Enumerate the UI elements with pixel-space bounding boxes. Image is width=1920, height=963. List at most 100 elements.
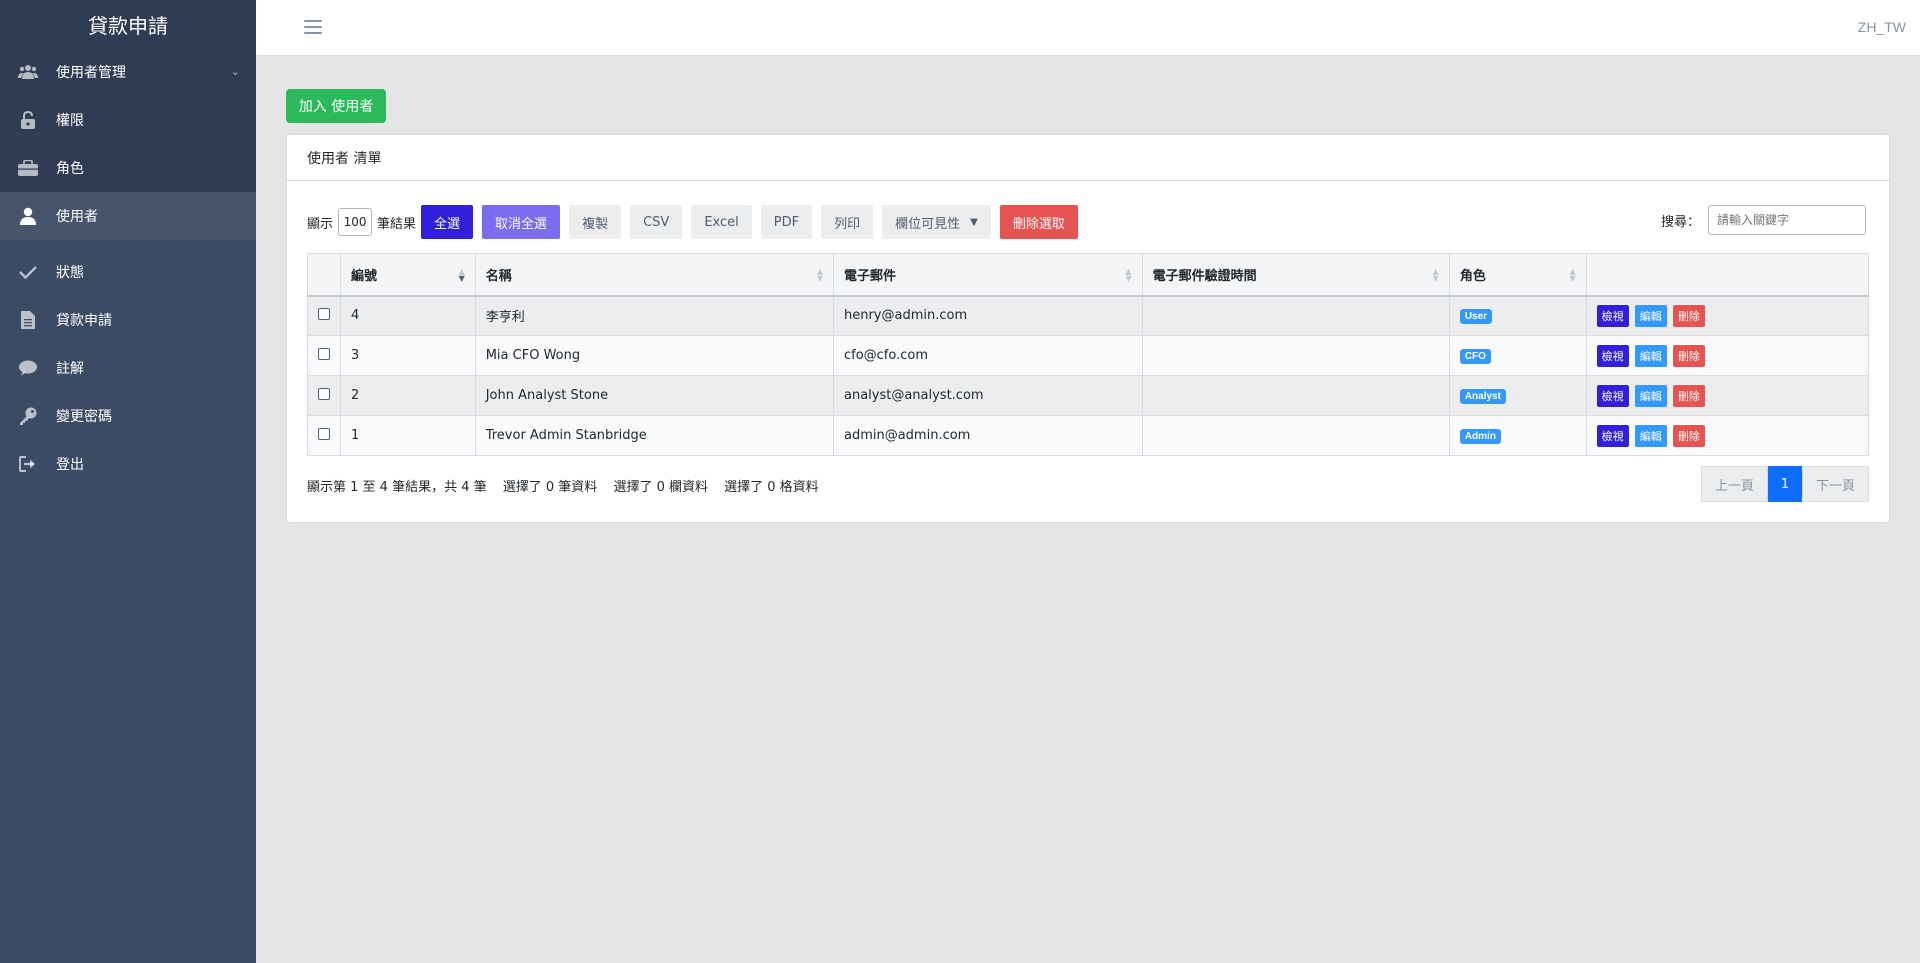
column-visibility-button[interactable]: 欄位可見性 ▼ bbox=[882, 205, 991, 239]
next-page-button[interactable]: 下一頁 bbox=[1801, 466, 1869, 502]
cell-name: Trevor Admin Stanbridge bbox=[474, 415, 834, 456]
role-badge: Analyst bbox=[1459, 388, 1506, 404]
select-all-button[interactable]: 全選 bbox=[421, 205, 474, 239]
selected-columns-info: 選擇了 0 欄資料 bbox=[613, 480, 708, 495]
delete-button[interactable]: 刪除 bbox=[1672, 384, 1705, 407]
row-checkbox[interactable] bbox=[318, 347, 330, 360]
sidebar-item-label: 使用者 bbox=[56, 209, 98, 225]
hamburger-menu-icon[interactable] bbox=[303, 17, 323, 37]
cell-id: 2 bbox=[340, 375, 476, 416]
cell-id: 3 bbox=[340, 335, 476, 376]
view-button[interactable]: 檢視 bbox=[1596, 304, 1629, 327]
sort-desc-icon: ▲ ▼ bbox=[458, 267, 465, 283]
caret-down-icon: ▼ bbox=[970, 216, 978, 228]
key-icon bbox=[17, 405, 39, 427]
table-row[interactable]: 1 Trevor Admin Stanbridge admin@admin.co… bbox=[307, 415, 1870, 456]
sort-icon: ▲ ▼ bbox=[1569, 267, 1576, 283]
sidebar-item-label: 使用者管理 bbox=[56, 65, 126, 81]
search-label: 搜尋： bbox=[1660, 214, 1700, 230]
delete-button[interactable]: 刪除 bbox=[1672, 424, 1705, 447]
comment-icon bbox=[17, 357, 39, 379]
sidebar-nav: 使用者管理 ⌄ 權限 角色 使用者 bbox=[0, 48, 256, 240]
delete-button[interactable]: 刪除 bbox=[1672, 304, 1705, 327]
copy-button[interactable]: 複製 bbox=[569, 205, 622, 239]
check-icon bbox=[17, 261, 39, 283]
sidebar-item-change-password[interactable]: 變更密碼 bbox=[0, 392, 256, 440]
delete-button[interactable]: 刪除 bbox=[1672, 344, 1705, 367]
table-row[interactable]: 3 Mia CFO Wong cfo@cfo.com CFO 檢視 編輯 刪除 bbox=[307, 335, 1870, 376]
table-info: 顯示第 1 至 4 筆結果，共 4 筆 選擇了 0 筆資料 選擇了 0 欄資料 … bbox=[307, 476, 831, 495]
edit-button[interactable]: 編輯 bbox=[1634, 384, 1667, 407]
column-header-email-verified[interactable]: 電子郵件驗證時間 ▲ ▼ bbox=[1141, 253, 1450, 297]
edit-button[interactable]: 編輯 bbox=[1634, 344, 1667, 367]
selected-cells-info: 選擇了 0 格資料 bbox=[724, 480, 819, 495]
document-icon bbox=[17, 309, 39, 331]
delete-selected-button[interactable]: 刪除選取 bbox=[999, 205, 1078, 239]
page-length-select[interactable]: 100 bbox=[338, 208, 373, 236]
add-user-button[interactable]: 加入 使用者 bbox=[286, 89, 386, 123]
view-button[interactable]: 檢視 bbox=[1596, 424, 1629, 447]
print-button[interactable]: 列印 bbox=[821, 205, 874, 239]
sidebar: 貸款申請 使用者管理 ⌄ 權限 角色 使用者 狀態 貸款申請 註解 變更密碼 登… bbox=[0, 0, 256, 963]
pagination: 上一頁 1 下一頁 bbox=[1700, 466, 1869, 502]
sidebar-item-loan-applications[interactable]: 貸款申請 bbox=[0, 296, 256, 344]
brand-title[interactable]: 貸款申請 bbox=[0, 0, 256, 48]
table-row[interactable]: 2 John Analyst Stone analyst@analyst.com… bbox=[307, 375, 1870, 416]
column-header-name[interactable]: 名稱 ▲ ▼ bbox=[474, 253, 834, 297]
cell-name: John Analyst Stone bbox=[474, 375, 834, 416]
sidebar-item-permissions[interactable]: 權限 bbox=[0, 96, 256, 144]
sidebar-item-label: 註解 bbox=[56, 361, 84, 377]
deselect-all-button[interactable]: 取消全選 bbox=[482, 205, 561, 239]
cell-email: cfo@cfo.com bbox=[832, 335, 1143, 376]
cell-email: henry@admin.com bbox=[832, 295, 1143, 336]
sidebar-item-logout[interactable]: 登出 bbox=[0, 440, 256, 488]
table-toolbar: 顯示 100 筆結果 全選 取消全選 複製 CSV Excel PDF 列印 欄… bbox=[307, 204, 1087, 240]
view-button[interactable]: 檢視 bbox=[1596, 384, 1629, 407]
search-box: 搜尋： bbox=[1661, 204, 1866, 236]
users-icon bbox=[17, 61, 39, 83]
column-visibility-label: 欄位可見性 bbox=[895, 216, 961, 232]
csv-button[interactable]: CSV bbox=[630, 205, 683, 239]
edit-button[interactable]: 編輯 bbox=[1634, 304, 1667, 327]
table-row[interactable]: 4 李亨利 henry@admin.com User 檢視 編輯 刪除 bbox=[307, 295, 1870, 336]
sidebar-item-label: 權限 bbox=[56, 113, 84, 129]
cell-id: 1 bbox=[340, 415, 476, 456]
chevron-down-icon: ⌄ bbox=[230, 65, 240, 78]
cell-name: Mia CFO Wong bbox=[474, 335, 834, 376]
role-badge: User bbox=[1459, 308, 1493, 324]
previous-page-button[interactable]: 上一頁 bbox=[1700, 466, 1768, 502]
row-checkbox[interactable] bbox=[318, 387, 330, 400]
edit-button[interactable]: 編輯 bbox=[1634, 424, 1667, 447]
sidebar-item-label: 角色 bbox=[56, 161, 84, 177]
sidebar-item-label: 變更密碼 bbox=[56, 409, 112, 425]
cell-email: analyst@analyst.com bbox=[832, 375, 1143, 416]
row-checkbox[interactable] bbox=[318, 307, 330, 320]
sidebar-item-label: 狀態 bbox=[56, 265, 84, 281]
cell-email-verified bbox=[1141, 335, 1450, 376]
page-number-button[interactable]: 1 bbox=[1767, 466, 1802, 502]
unlock-icon bbox=[17, 109, 39, 131]
select-column-header bbox=[307, 253, 341, 297]
search-input[interactable] bbox=[1708, 205, 1866, 235]
sidebar-item-user-management[interactable]: 使用者管理 ⌄ bbox=[0, 48, 256, 96]
column-header-id[interactable]: 編號 ▲ ▼ bbox=[340, 253, 476, 297]
row-checkbox[interactable] bbox=[318, 427, 330, 440]
column-header-email[interactable]: 電子郵件 ▲ ▼ bbox=[832, 253, 1143, 297]
user-icon bbox=[17, 205, 39, 227]
cell-email: admin@admin.com bbox=[832, 415, 1143, 456]
actions-column-header bbox=[1585, 253, 1870, 297]
pdf-button[interactable]: PDF bbox=[760, 205, 813, 239]
column-header-role[interactable]: 角色 ▲ ▼ bbox=[1448, 253, 1587, 297]
sidebar-item-users[interactable]: 使用者 bbox=[0, 192, 256, 240]
cell-name: 李亨利 bbox=[474, 295, 834, 336]
sidebar-item-roles[interactable]: 角色 bbox=[0, 144, 256, 192]
cell-email-verified bbox=[1141, 415, 1450, 456]
sidebar-item-comments[interactable]: 註解 bbox=[0, 344, 256, 392]
view-button[interactable]: 檢視 bbox=[1596, 344, 1629, 367]
excel-button[interactable]: Excel bbox=[691, 205, 752, 239]
sidebar-item-status[interactable]: 狀態 bbox=[0, 248, 256, 296]
show-label: 顯示 bbox=[307, 216, 334, 232]
locale-switcher[interactable]: ZH_TW bbox=[1858, 19, 1906, 35]
table-header-row: 編號 ▲ ▼ 名稱 ▲ ▼ 電子郵件 ▲ ▼ 電子郵件驗證時間 ▲ ▼ 角色 ▲ ▼ bbox=[307, 253, 1870, 297]
sort-icon: ▲ ▼ bbox=[1125, 267, 1132, 283]
